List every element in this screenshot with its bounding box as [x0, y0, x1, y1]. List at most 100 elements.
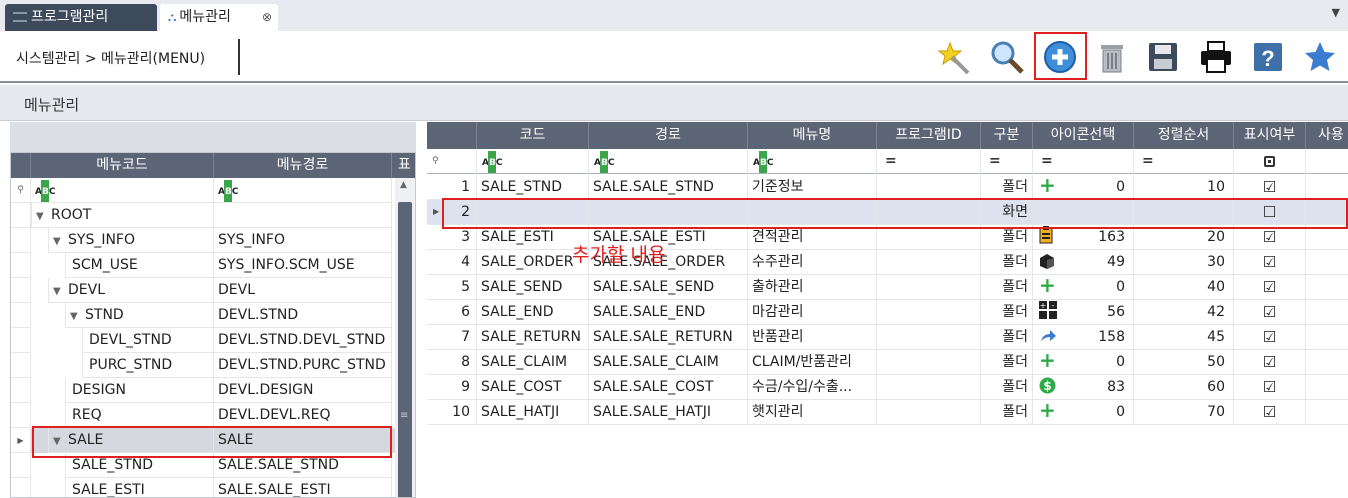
- checkbox-icon[interactable]: ☑: [1263, 278, 1276, 296]
- filter-cell[interactable]: ABC: [477, 149, 589, 174]
- column-header[interactable]: 메뉴경로: [214, 153, 392, 178]
- scroll-up-icon[interactable]: ▲: [400, 180, 407, 190]
- row-indicator[interactable]: [11, 303, 31, 328]
- sort-order-cell[interactable]: 42: [1134, 300, 1234, 325]
- use-cell[interactable]: [1306, 400, 1348, 425]
- program-id-cell[interactable]: [877, 250, 981, 275]
- show-checkbox[interactable]: ☑: [1234, 375, 1306, 400]
- type-cell[interactable]: 폴더: [981, 175, 1033, 200]
- expand-toggle-icon[interactable]: ▼: [36, 204, 51, 227]
- menu-name-cell[interactable]: 햇지관리: [748, 400, 877, 425]
- code-cell[interactable]: SALE_SEND: [477, 275, 589, 300]
- path-cell[interactable]: SALE.SALE_STND: [589, 175, 748, 200]
- expand-toggle-icon[interactable]: ▼: [53, 229, 68, 252]
- icon-select-cell[interactable]: +0: [1033, 350, 1134, 375]
- tree-node[interactable]: DESIGN: [65, 378, 214, 403]
- use-cell[interactable]: [1306, 250, 1348, 275]
- tab-dropdown-icon[interactable]: ▼: [1332, 6, 1340, 19]
- column-header[interactable]: 구분: [981, 122, 1033, 149]
- type-cell[interactable]: 폴더: [981, 375, 1033, 400]
- column-header[interactable]: 메뉴코드: [31, 153, 214, 178]
- checkbox-icon[interactable]: ☑: [1263, 303, 1276, 321]
- tree-node[interactable]: ▼ ROOT: [31, 203, 214, 228]
- expand-toggle-icon[interactable]: ▼: [70, 304, 85, 327]
- code-cell[interactable]: SALE_CLAIM: [477, 350, 589, 375]
- tree-node[interactable]: SCM_USE: [65, 253, 214, 278]
- column-header[interactable]: 아이콘선택: [1033, 122, 1134, 149]
- column-header[interactable]: 프로그램ID: [877, 122, 981, 149]
- filter-cell[interactable]: ABC: [214, 178, 392, 203]
- row-indicator[interactable]: [11, 478, 31, 497]
- show-checkbox[interactable]: ☑: [1234, 300, 1306, 325]
- icon-select-cell[interactable]: +0: [1033, 400, 1134, 425]
- path-cell[interactable]: SALE.SALE_END: [589, 300, 748, 325]
- checkbox-icon[interactable]: ☑: [1263, 328, 1276, 346]
- tree-node-path[interactable]: DEVL.STND: [214, 303, 392, 328]
- menu-name-cell[interactable]: 마감관리: [748, 300, 877, 325]
- filter-cell[interactable]: =: [981, 149, 1033, 174]
- code-cell[interactable]: SALE_END: [477, 300, 589, 325]
- show-checkbox[interactable]: ☑: [1234, 325, 1306, 350]
- path-cell[interactable]: SALE.SALE_COST: [589, 375, 748, 400]
- path-cell[interactable]: SALE.SALE_CLAIM: [589, 350, 748, 375]
- tree-node[interactable]: ▼ DEVL: [48, 278, 214, 303]
- tree-node[interactable]: REQ: [65, 403, 214, 428]
- menu-name-cell[interactable]: 수주관리: [748, 250, 877, 275]
- vertical-scrollbar[interactable]: ▲ ≡: [395, 178, 415, 497]
- column-header[interactable]: 코드: [477, 122, 589, 149]
- tree-node[interactable]: DEVL_STND: [82, 328, 214, 353]
- column-header[interactable]: 표: [392, 153, 415, 178]
- column-header[interactable]: 경로: [589, 122, 748, 149]
- use-cell[interactable]: [1306, 350, 1348, 375]
- favorite-button[interactable]: [1300, 37, 1340, 77]
- type-cell[interactable]: 폴더: [981, 350, 1033, 375]
- type-cell[interactable]: 폴더: [981, 400, 1033, 425]
- icon-select-cell[interactable]: $83: [1033, 375, 1134, 400]
- menu-name-cell[interactable]: 반품관리: [748, 325, 877, 350]
- type-cell[interactable]: 폴더: [981, 275, 1033, 300]
- sort-order-cell[interactable]: 40: [1134, 275, 1234, 300]
- type-cell[interactable]: 폴더: [981, 250, 1033, 275]
- tab-program-management[interactable]: 프로그램관리: [5, 4, 157, 31]
- use-cell[interactable]: [1306, 275, 1348, 300]
- row-indicator[interactable]: [11, 278, 31, 303]
- icon-select-cell[interactable]: +0: [1033, 175, 1134, 200]
- new-button[interactable]: [934, 37, 974, 77]
- tree-node[interactable]: PURC_STND: [82, 353, 214, 378]
- tree-node-path[interactable]: DEVL: [214, 278, 392, 303]
- program-id-cell[interactable]: [877, 275, 981, 300]
- delete-button[interactable]: [1092, 37, 1132, 77]
- show-checkbox[interactable]: ☑: [1234, 275, 1306, 300]
- program-id-cell[interactable]: [877, 175, 981, 200]
- program-id-cell[interactable]: [877, 325, 981, 350]
- tree-node[interactable]: ▼ STND: [65, 303, 214, 328]
- filter-cell[interactable]: ABC: [748, 149, 877, 174]
- icon-select-cell[interactable]: +0: [1033, 275, 1134, 300]
- expand-toggle-icon[interactable]: ▼: [53, 279, 68, 302]
- show-checkbox[interactable]: ☑: [1234, 175, 1306, 200]
- code-cell[interactable]: SALE_STND: [477, 175, 589, 200]
- sort-order-cell[interactable]: 70: [1134, 400, 1234, 425]
- tree-node[interactable]: SALE_ESTI: [65, 478, 214, 497]
- scroll-thumb[interactable]: [398, 202, 412, 497]
- checkbox-icon[interactable]: ☑: [1263, 378, 1276, 396]
- filter-cell[interactable]: =: [877, 149, 981, 174]
- row-indicator[interactable]: [11, 203, 31, 228]
- row-indicator[interactable]: [11, 378, 31, 403]
- menu-name-cell[interactable]: CLAIM/반품관리: [748, 350, 877, 375]
- type-cell[interactable]: 폴더: [981, 300, 1033, 325]
- menu-name-cell[interactable]: 수금/수입/수출...: [748, 375, 877, 400]
- path-cell[interactable]: SALE.SALE_HATJI: [589, 400, 748, 425]
- filter-cell[interactable]: ABC: [31, 178, 214, 203]
- column-header[interactable]: 표시여부: [1234, 122, 1306, 149]
- checkbox-icon[interactable]: ☑: [1263, 403, 1276, 421]
- column-header[interactable]: 메뉴명: [748, 122, 877, 149]
- column-header[interactable]: 사용: [1306, 122, 1348, 149]
- program-id-cell[interactable]: [877, 300, 981, 325]
- menu-name-cell[interactable]: 출하관리: [748, 275, 877, 300]
- filter-cell[interactable]: [1306, 149, 1348, 174]
- sort-order-cell[interactable]: 10: [1134, 175, 1234, 200]
- tree-node-path[interactable]: SYS_INFO: [214, 228, 392, 253]
- row-indicator[interactable]: [11, 453, 31, 478]
- row-indicator[interactable]: [11, 353, 31, 378]
